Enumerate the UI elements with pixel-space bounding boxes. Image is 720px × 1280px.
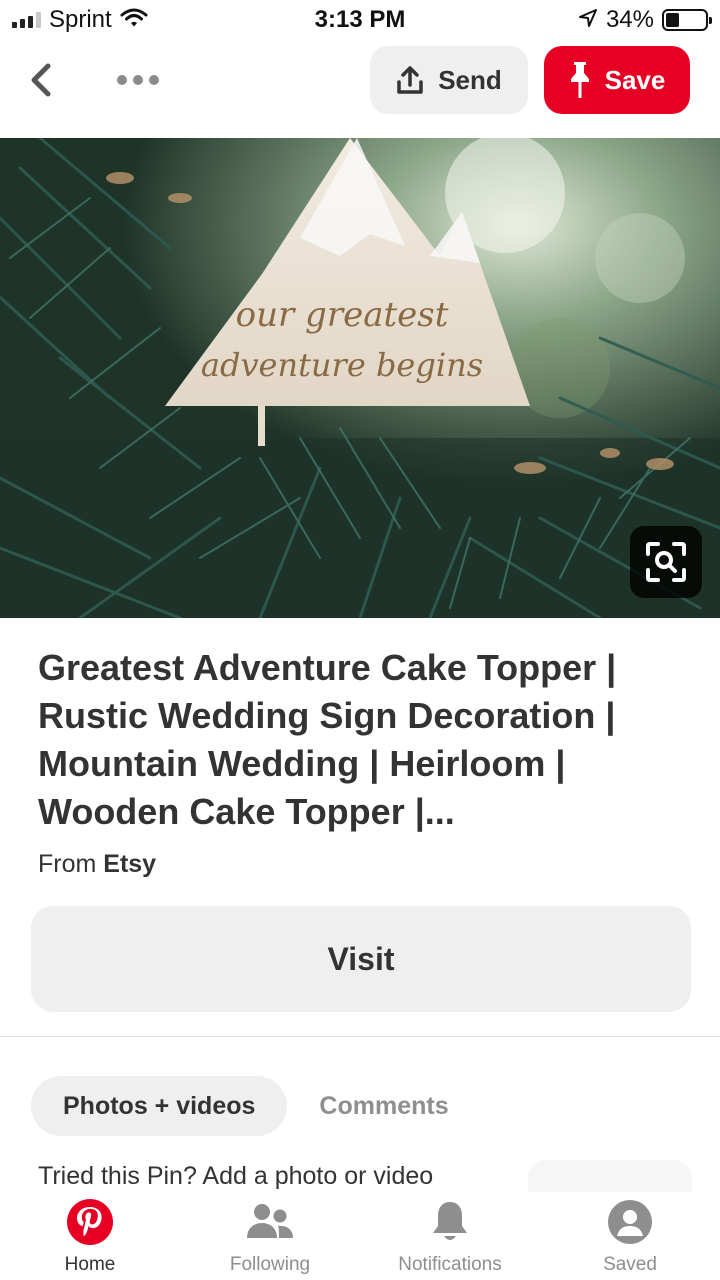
share-upload-icon (397, 66, 423, 94)
tab-comments[interactable]: Comments (287, 1076, 480, 1136)
nav-saved-label: Saved (603, 1254, 657, 1275)
section-divider (0, 1036, 720, 1037)
nav-home[interactable]: Home (0, 1192, 180, 1280)
nav-following-label: Following (229, 1254, 311, 1275)
source-name[interactable]: Etsy (103, 850, 156, 878)
save-label: Save (604, 64, 666, 95)
pin-toolbar: Send Save (0, 44, 720, 118)
nav-notifications[interactable]: Notifications (360, 1192, 540, 1280)
back-button[interactable] (22, 58, 62, 102)
bell-icon (424, 1196, 476, 1248)
topper-text-line2: adventure begins (201, 346, 483, 384)
pin-image[interactable]: our greatest adventure begins (0, 138, 720, 618)
visual-search-button[interactable] (630, 526, 702, 598)
more-options-button[interactable] (108, 58, 168, 102)
location-arrow-icon (578, 8, 598, 33)
visual-search-icon (646, 542, 686, 582)
chevron-left-icon (31, 63, 51, 97)
visit-button[interactable]: Visit (31, 906, 691, 1012)
tried-pin-prompt: Tried this Pin? Add a photo or video (38, 1162, 434, 1190)
source-prefix: From (38, 850, 97, 878)
more-dots-icon (117, 75, 127, 85)
bottom-nav: Home Following Notifications Saved (0, 1192, 720, 1280)
nav-following[interactable]: Following (180, 1192, 360, 1280)
pin-source[interactable]: From Etsy (38, 850, 156, 879)
battery-icon (662, 9, 712, 31)
battery-percent: 34% (605, 6, 654, 33)
send-label: Send (438, 64, 502, 95)
pushpin-icon (570, 62, 589, 98)
nav-saved[interactable]: Saved (540, 1192, 720, 1280)
people-icon (244, 1196, 296, 1248)
topper-text-line1: our greatest (236, 295, 449, 335)
status-right: 34% (578, 6, 712, 34)
pin-title: Greatest Adventure Cake Topper | Rustic … (38, 647, 617, 832)
nav-notifications-label: Notifications (398, 1254, 502, 1275)
save-button[interactable]: Save (544, 46, 690, 114)
pinterest-logo-icon (64, 1196, 116, 1248)
status-bar: Sprint 3:13 PM 34% (0, 0, 720, 40)
tab-photos-videos[interactable]: Photos + videos (31, 1076, 288, 1136)
nav-home-label: Home (64, 1254, 116, 1275)
profile-icon (604, 1196, 656, 1248)
send-button[interactable]: Send (370, 46, 528, 114)
pin-photo: our greatest adventure begins (0, 138, 720, 618)
activity-tabs: Photos + videos Comments (31, 1076, 481, 1136)
